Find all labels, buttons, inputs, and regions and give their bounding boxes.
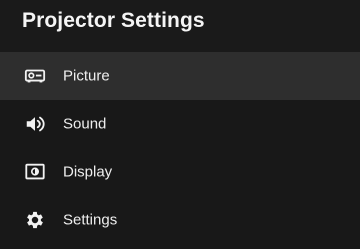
- header: Projector Settings: [0, 0, 360, 52]
- menu-item-label: Sound: [63, 115, 107, 133]
- menu-item-label: Picture: [63, 67, 110, 85]
- gear-icon: [24, 209, 46, 231]
- menu-item-label: Settings: [63, 211, 118, 229]
- page-title: Projector Settings: [22, 9, 205, 32]
- projector-icon: [24, 65, 46, 87]
- speaker-volume-icon: [24, 113, 46, 135]
- settings-menu: Picture Sound Display Settings: [0, 52, 360, 244]
- menu-item-settings[interactable]: Settings: [0, 196, 360, 244]
- menu-item-sound[interactable]: Sound: [0, 100, 360, 148]
- display-brightness-icon: [24, 161, 46, 183]
- menu-item-label: Display: [63, 163, 113, 181]
- menu-item-picture[interactable]: Picture: [0, 52, 360, 100]
- menu-item-display[interactable]: Display: [0, 148, 360, 196]
